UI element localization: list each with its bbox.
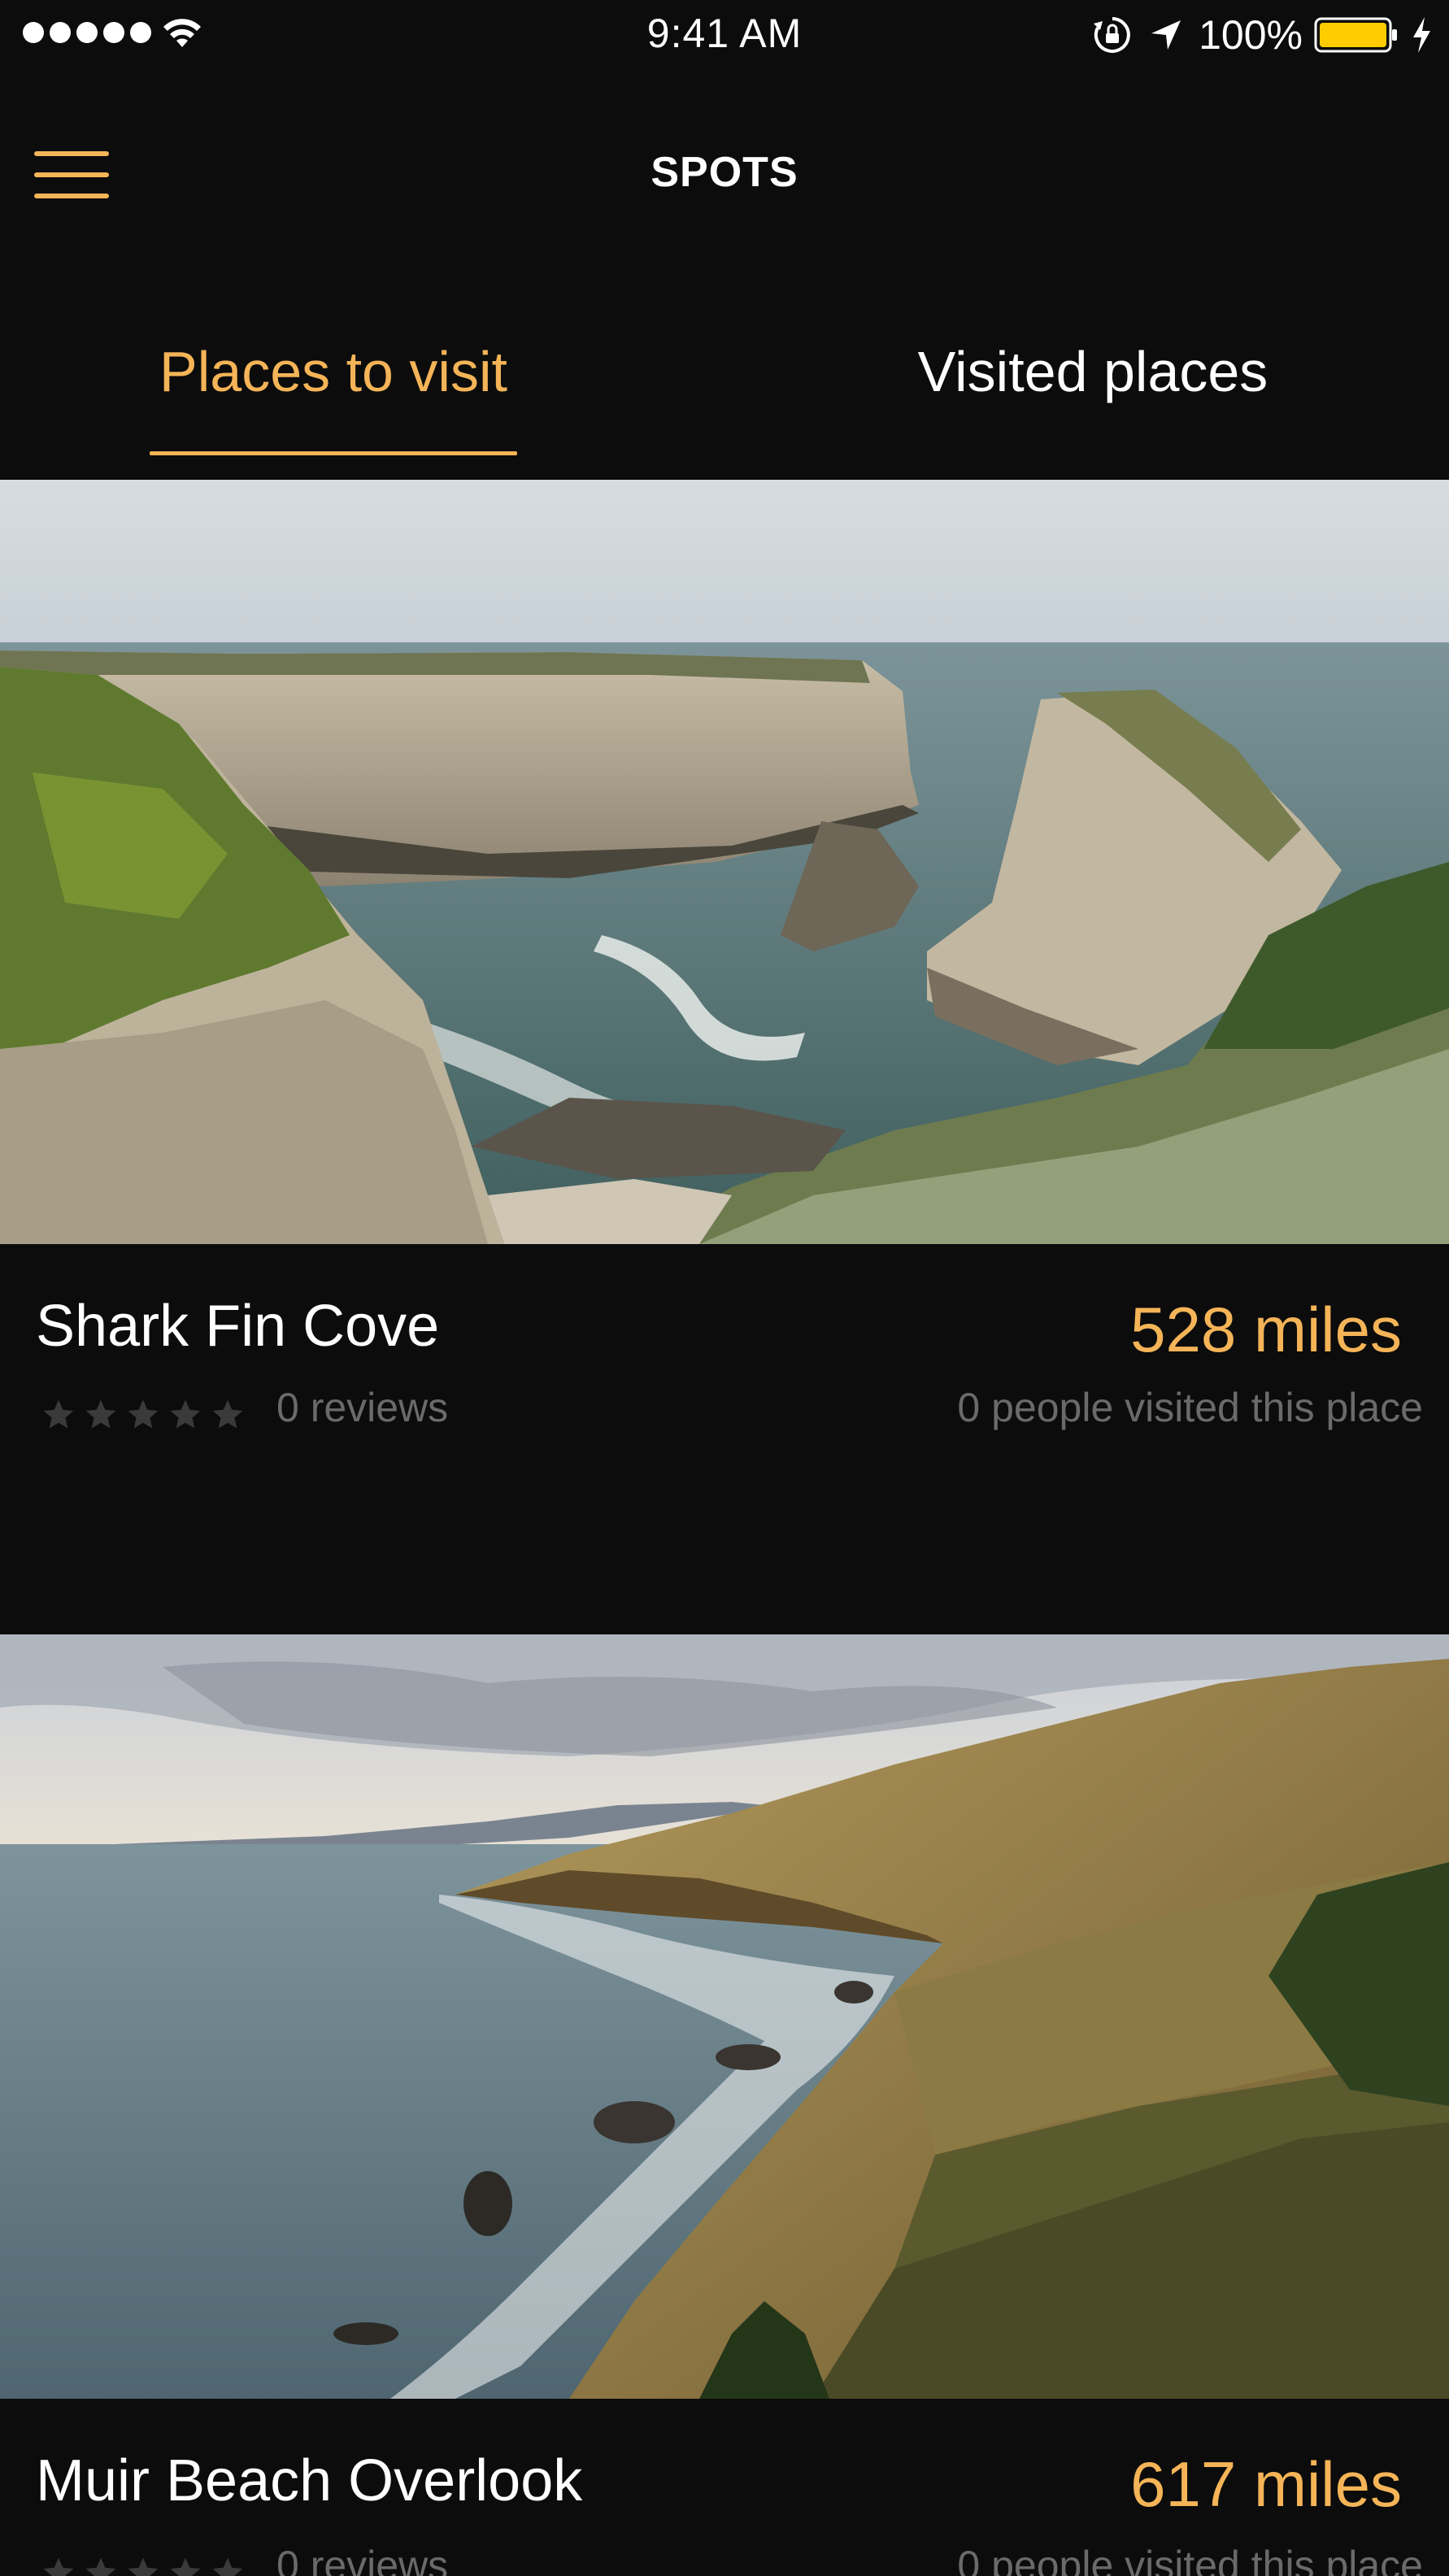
tab-visited-places[interactable]: Visited places [890,333,1296,463]
location-arrow-icon [1151,20,1181,50]
place-name: Shark Fin Cove [36,1294,440,1359]
nav-header: SPOTS [0,130,1449,220]
cliff-cove-photo [0,480,1449,1244]
tab-label: Places to visit [159,340,507,403]
star-icon [128,2557,159,2576]
active-tab-indicator [150,451,517,455]
orientation-lock-icon [1094,17,1130,53]
visited-count: 0 people visited this place [957,2543,1423,2576]
place-photo[interactable] [0,1634,1449,2399]
coastline-photo [0,1634,1449,2399]
star-rating [41,2555,246,2576]
place-distance: 617 miles [1130,2448,1402,2520]
page-title: SPOTS [651,149,798,196]
star-icon [128,1399,159,1429]
star-icon [212,2557,243,2576]
visited-count: 0 people visited this place [957,1385,1423,1430]
place-distance: 528 miles [1130,1294,1402,1365]
place-card-shark-fin-cove[interactable]: Shark Fin Cove 528 miles 0 reviews 0 peo… [0,480,1449,1634]
battery-icon [1314,17,1397,53]
star-icon [43,2557,74,2576]
tab-bar: Places to visit Visited places [0,333,1449,463]
battery-percent: 100% [1199,12,1303,58]
star-rating [41,1397,246,1433]
star-icon [170,2557,201,2576]
charging-bolt-icon [1413,17,1430,53]
star-icon [170,1399,201,1429]
place-name: Muir Beach Overlook [36,2448,583,2513]
star-icon [85,2557,116,2576]
place-photo[interactable] [0,480,1449,1244]
tab-places-to-visit[interactable]: Places to visit [150,333,517,463]
status-right: 100% [1091,11,1433,59]
tab-label: Visited places [917,340,1268,403]
status-bar: 9:41 AM 100% [0,0,1449,72]
place-card-muir-beach-overlook[interactable]: Muir Beach Overlook 617 miles 0 reviews … [0,1634,1449,2576]
review-count[interactable]: 0 reviews [276,2542,448,2576]
star-icon [85,1399,116,1429]
star-icon [212,1399,243,1429]
star-icon [43,1399,74,1429]
review-count[interactable]: 0 reviews [276,1384,448,1431]
